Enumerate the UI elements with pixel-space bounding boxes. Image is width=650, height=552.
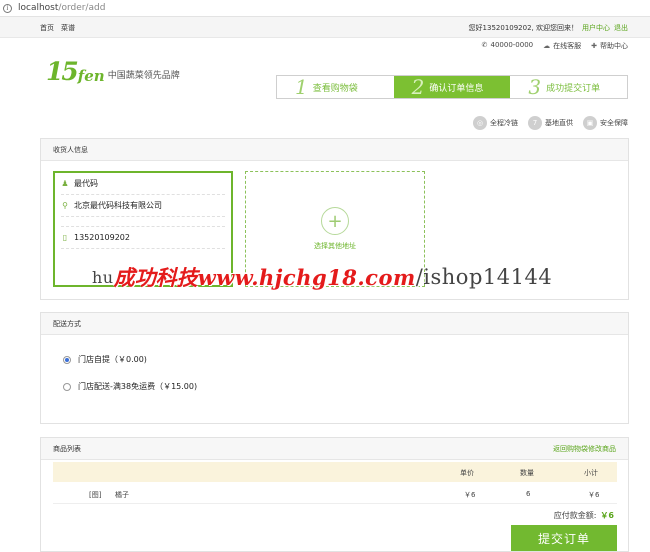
nav-home-link[interactable]: 首页 [40, 23, 54, 33]
address-panel-title: 收货人信息 [41, 139, 628, 161]
online-service-link[interactable]: 在线客服 [553, 42, 581, 50]
service-guarantees: ◎ 全程冷链 7 基地直供 ▣ 安全保障 [473, 116, 628, 130]
logo-number: 15 [46, 57, 79, 86]
person-icon: ♟ [61, 179, 69, 188]
order-total: 应付款金额: ￥6 [554, 510, 614, 521]
delivery-radio[interactable] [63, 382, 71, 391]
add-address-button[interactable]: + 选择其他地址 [245, 171, 425, 287]
receiver-address: 北京最代码科技有限公司 [74, 201, 162, 210]
submit-order-button[interactable]: 提交订单 [511, 525, 617, 551]
cold-chain-icon: ◎ [473, 116, 487, 130]
pickup-radio[interactable] [63, 355, 71, 364]
goods-panel-title: 商品列表 [53, 444, 81, 453]
chat-icon: ☁ [543, 42, 551, 50]
step-submit-order: 3 成功提交订单 [528, 75, 601, 99]
col-subtotal: 小计 [584, 469, 598, 477]
user-center-link[interactable]: 用户中心 [582, 23, 610, 33]
goods-table-header: 单价 数量 小计 [53, 462, 617, 482]
checkout-steps: 1 查看购物袋 2 确认订单信息 3 成功提交订单 [276, 75, 628, 99]
receiver-phone: 13520109202 [74, 233, 130, 242]
site-logo[interactable]: 15 fen 中国蔬菜领先品牌 [46, 57, 180, 86]
safety-icon: ▣ [583, 116, 597, 130]
cold-chain-label: 全程冷链 [490, 119, 518, 127]
add-address-label: 选择其他地址 [314, 242, 356, 250]
help-center-link[interactable]: 帮助中心 [600, 42, 628, 50]
total-amount: ￥6 [600, 511, 614, 520]
total-label: 应付款金额: [553, 511, 597, 520]
step-view-cart: 1 查看购物袋 [295, 75, 358, 99]
selected-address-card[interactable]: ♟ 最代码 ⚲ 北京最代码科技有限公司 ▯ 13520109202 [53, 171, 233, 287]
logout-link[interactable]: 退出 [614, 23, 628, 33]
greeting-text: 您好13520109202, 欢迎您回来！ [468, 24, 578, 32]
url-host: localhost [18, 3, 59, 13]
col-qty: 数量 [520, 469, 534, 477]
safety-label: 安全保障 [600, 119, 628, 127]
nav-recipes-link[interactable]: 菜谱 [61, 23, 75, 33]
logo-slogan: 中国蔬菜领先品牌 [107, 71, 180, 81]
delivery-label: 门店配送-满38免运费（￥15.00) [78, 382, 198, 391]
goods-panel: 商品列表 返回购物袋修改商品 单价 数量 小计 [图] 橘子 ￥6 6 ￥6 应… [40, 437, 629, 552]
top-nav: 首页 菜谱 您好13520109202, 欢迎您回来！ 用户中心 退出 [0, 17, 650, 38]
help-icon: ✚ [591, 42, 597, 50]
location-icon: ⚲ [62, 201, 68, 210]
product-name[interactable]: 橘子 [115, 490, 129, 500]
product-price: ￥6 [464, 491, 476, 499]
step-confirm-order: 2 确认订单信息 [393, 76, 511, 98]
product-image[interactable]: [图] [89, 490, 101, 500]
pickup-label: 门店自提（￥0.00) [78, 355, 147, 364]
col-price: 单价 [460, 469, 474, 477]
direct-supply-label: 基地直供 [545, 119, 573, 127]
hotline-text: 40000-0000 [490, 41, 534, 49]
shipping-option-delivery[interactable]: 门店配送-满38免运费（￥15.00) [63, 381, 197, 392]
service-nav: ✆ 40000-0000 ☁ 在线客服 ✚ 帮助中心 [482, 41, 628, 51]
shipping-option-pickup[interactable]: 门店自提（￥0.00) [63, 354, 147, 365]
table-row: [图] 橘子 ￥6 6 ￥6 [53, 484, 617, 504]
shipping-panel: 配送方式 门店自提（￥0.00) 门店配送-满38免运费（￥15.00) [40, 312, 629, 424]
back-to-cart-link[interactable]: 返回购物袋修改商品 [553, 444, 616, 454]
plus-icon: + [321, 207, 349, 235]
shipping-panel-title: 配送方式 [41, 313, 628, 335]
receiver-name: 最代码 [74, 179, 98, 188]
phone-icon: ✆ [481, 41, 488, 49]
mobile-icon: ▯ [62, 233, 68, 242]
address-panel: 收货人信息 ♟ 最代码 ⚲ 北京最代码科技有限公司 ▯ 13520109202 + 选… [40, 138, 629, 300]
url-path: /order/add [58, 3, 106, 13]
direct-supply-icon: 7 [528, 116, 542, 130]
logo-fen: fen [77, 67, 105, 85]
info-icon[interactable]: i [3, 3, 12, 13]
product-qty: 6 [526, 490, 531, 498]
browser-address-bar[interactable]: i localhost/order/add [0, 0, 650, 17]
product-subtotal: ￥6 [588, 491, 600, 499]
